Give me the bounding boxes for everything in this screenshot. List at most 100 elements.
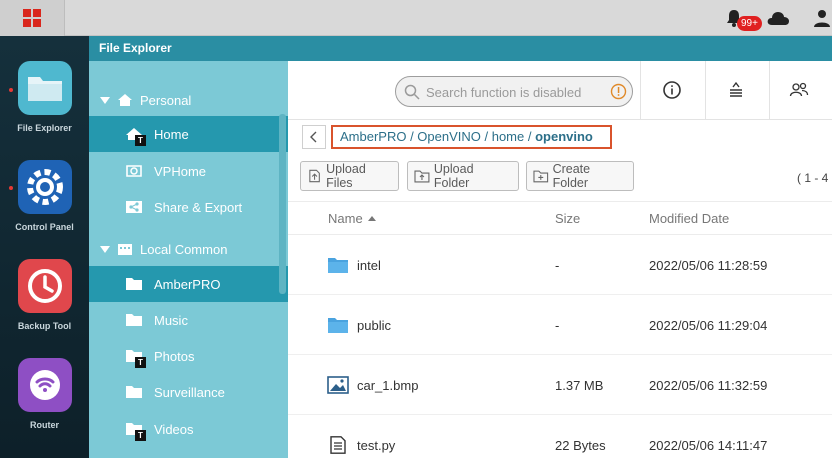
dock-router[interactable]: Router	[0, 358, 89, 430]
tree-item-vphome[interactable]: VPHome	[89, 153, 288, 189]
user-icon[interactable]	[812, 8, 832, 28]
main-toolbar: Search function is disabled	[288, 61, 832, 120]
file-modified: 2022/05/06 11:29:04	[649, 318, 768, 333]
dock-backup-tool[interactable]: Backup Tool	[0, 259, 89, 331]
file-name: car_1.bmp	[357, 378, 419, 393]
file-modified: 2022/05/06 11:32:59	[649, 378, 768, 393]
create-folder-button[interactable]: Create Folder	[526, 161, 634, 191]
router-app-icon	[17, 358, 72, 412]
file-size: -	[555, 318, 560, 333]
folder-icon	[125, 385, 143, 399]
tree-item-label: Share & Export	[154, 199, 243, 215]
text-file-icon	[330, 436, 346, 454]
warning-info-icon[interactable]	[610, 83, 627, 100]
file-size: -	[555, 258, 560, 273]
dock-label: Backup Tool	[17, 321, 72, 331]
file-size: 22 Bytes	[555, 438, 606, 453]
toolbar-divider	[640, 61, 641, 120]
folder-icon	[328, 258, 348, 273]
table-row[interactable]: intel - 2022/05/06 11:28:59	[288, 235, 832, 295]
folder-icon	[125, 313, 143, 327]
notification-badge: 99+	[737, 16, 762, 31]
toolbar-divider	[769, 61, 770, 120]
file-name: test.py	[357, 438, 396, 453]
breadcrumb-path[interactable]: AmberPRO / OpenVINO / home / openvino	[331, 125, 612, 149]
upload-folder-icon	[414, 170, 430, 183]
file-explorer-app-icon	[17, 61, 72, 115]
folder-icon	[328, 318, 348, 333]
dock-label: Router	[30, 420, 59, 430]
table-row[interactable]: test.py 22 Bytes 2022/05/06 14:11:47	[288, 415, 832, 458]
home-folder-icon: T	[125, 127, 146, 146]
dock-file-explorer[interactable]: File Explorer	[0, 61, 89, 133]
file-size: 1.37 MB	[555, 378, 604, 393]
table-row[interactable]: car_1.bmp 1.37 MB 2022/05/06 11:32:59	[288, 355, 832, 415]
tree-item-label: Surveillance	[154, 384, 225, 400]
app-dock: File Explorer Control Panel Backup Tool	[0, 36, 89, 458]
system-top-bar: 99+	[0, 0, 832, 36]
table-header: Name Size Modified Date	[288, 201, 832, 235]
new-folder-icon	[533, 170, 549, 183]
file-name: intel	[357, 258, 381, 273]
button-label: Create Folder	[552, 162, 591, 190]
tree-item-label: Videos	[154, 421, 194, 437]
folder-icon: T	[125, 349, 146, 368]
image-file-icon	[327, 376, 349, 394]
file-name: public	[357, 318, 391, 333]
backup-tool-app-icon	[17, 259, 72, 313]
toolbar-divider	[705, 61, 706, 120]
search-input[interactable]: Search function is disabled	[395, 76, 633, 107]
users-icon[interactable]	[789, 80, 809, 100]
section-label: Local Common	[140, 241, 228, 257]
section-label: Personal	[140, 92, 192, 108]
tree-item-label: Music	[154, 312, 188, 328]
folder-icon	[125, 277, 143, 291]
app-menu-button[interactable]	[0, 0, 65, 36]
chevron-left-icon	[310, 131, 317, 143]
folder-icon: T	[125, 422, 146, 441]
upload-file-icon	[309, 169, 320, 183]
search-icon	[404, 84, 420, 100]
window-title: File Explorer	[89, 36, 832, 61]
tree-section-local-common[interactable]: Local Common	[89, 231, 288, 267]
pagination-count: ( 1 - 4	[797, 171, 829, 185]
breadcrumb-current: openvino	[535, 129, 593, 144]
dock-control-panel[interactable]: Control Panel	[0, 160, 89, 232]
task-stack-icon[interactable]	[726, 80, 746, 100]
tree-section-personal[interactable]: Personal	[89, 82, 288, 118]
tree-item-amberpro[interactable]: AmberPRO	[89, 266, 288, 302]
column-size[interactable]: Size	[555, 211, 580, 226]
tree-item-home[interactable]: T Home	[89, 116, 288, 152]
tree-item-music[interactable]: Music	[89, 302, 288, 338]
share-icon	[125, 200, 143, 214]
tree-scrollbar[interactable]	[279, 114, 286, 294]
caret-down-icon	[100, 245, 110, 253]
column-modified-date[interactable]: Modified Date	[649, 211, 729, 226]
vphome-icon	[125, 164, 143, 178]
info-icon[interactable]	[662, 80, 682, 100]
tree-item-photos[interactable]: T Photos	[89, 338, 288, 374]
tree-item-label: Photos	[154, 348, 195, 364]
caret-down-icon	[100, 96, 110, 104]
sort-ascending-icon	[367, 216, 376, 221]
dock-label: Control Panel	[15, 222, 74, 232]
column-name[interactable]: Name	[328, 211, 376, 226]
tree-item-surveillance[interactable]: Surveillance	[89, 374, 288, 410]
table-row[interactable]: public - 2022/05/06 11:29:04	[288, 295, 832, 355]
tree-item-label: Home	[154, 126, 189, 142]
button-label: Upload Files	[326, 162, 366, 190]
house-icon	[118, 94, 132, 106]
breadcrumb-parents[interactable]: AmberPRO / OpenVINO / home /	[340, 129, 535, 144]
file-modified: 2022/05/06 11:28:59	[649, 258, 768, 273]
dock-label: File Explorer	[17, 123, 72, 133]
file-modified: 2022/05/06 14:11:47	[649, 438, 768, 453]
button-label: Upload Folder	[433, 162, 474, 190]
cloud-icon[interactable]	[766, 9, 790, 27]
folder-tree: Personal T Home VPHome Share & Export Lo…	[89, 61, 288, 458]
back-button[interactable]	[302, 125, 326, 149]
upload-files-button[interactable]: Upload Files	[300, 161, 399, 191]
storage-icon	[118, 244, 132, 255]
tree-item-videos[interactable]: T Videos	[89, 411, 288, 447]
tree-item-share-export[interactable]: Share & Export	[89, 189, 288, 225]
upload-folder-button[interactable]: Upload Folder	[407, 161, 519, 191]
